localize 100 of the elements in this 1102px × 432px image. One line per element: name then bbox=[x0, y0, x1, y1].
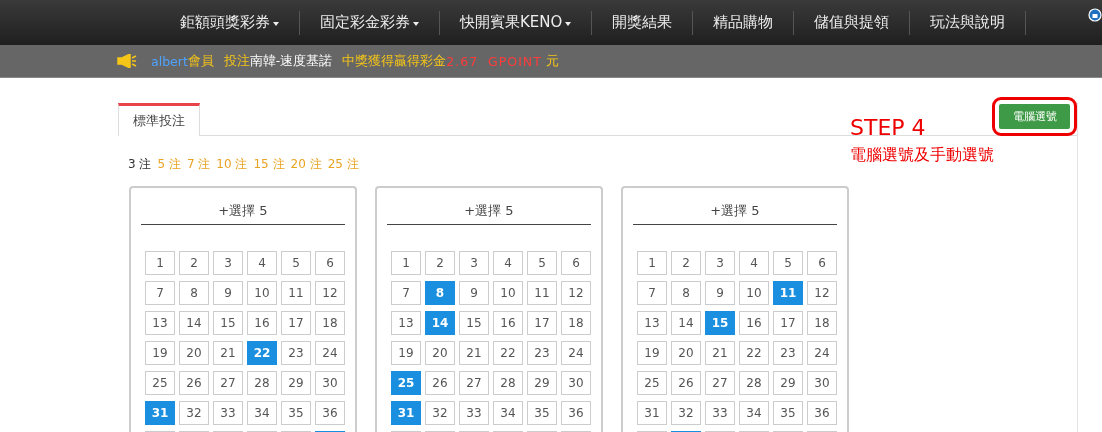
number-button[interactable]: 6 bbox=[807, 251, 837, 275]
number-button[interactable]: 28 bbox=[493, 371, 523, 395]
number-button[interactable]: 15 bbox=[459, 311, 489, 335]
number-button[interactable]: 25 bbox=[637, 371, 667, 395]
tab[interactable]: 標準投注 bbox=[118, 103, 200, 136]
number-button[interactable]: 4 bbox=[739, 251, 769, 275]
number-button[interactable]: 28 bbox=[247, 371, 277, 395]
number-button[interactable]: 9 bbox=[213, 281, 243, 305]
number-button[interactable]: 24 bbox=[561, 341, 591, 365]
number-button[interactable]: 22 bbox=[739, 341, 769, 365]
number-button[interactable]: 35 bbox=[527, 401, 557, 425]
number-button[interactable]: 34 bbox=[493, 401, 523, 425]
number-button[interactable]: 36 bbox=[561, 401, 591, 425]
number-button[interactable]: 27 bbox=[705, 371, 735, 395]
number-button[interactable]: 19 bbox=[391, 341, 421, 365]
number-button[interactable]: 3 bbox=[705, 251, 735, 275]
number-button[interactable]: 30 bbox=[807, 371, 837, 395]
number-button[interactable]: 21 bbox=[705, 341, 735, 365]
number-button[interactable]: 27 bbox=[459, 371, 489, 395]
number-button[interactable]: 8 bbox=[671, 281, 701, 305]
number-button[interactable]: 13 bbox=[145, 311, 175, 335]
number-button[interactable]: 13 bbox=[637, 311, 667, 335]
number-button[interactable]: 1 bbox=[637, 251, 667, 275]
number-button[interactable]: 36 bbox=[315, 401, 345, 425]
number-button[interactable]: 23 bbox=[527, 341, 557, 365]
number-button[interactable]: 7 bbox=[145, 281, 175, 305]
nav-menu-item[interactable]: 快開賓果KENO bbox=[440, 10, 593, 35]
number-button[interactable]: 6 bbox=[561, 251, 591, 275]
number-button[interactable]: 20 bbox=[425, 341, 455, 365]
number-button[interactable]: 32 bbox=[671, 401, 701, 425]
number-button[interactable]: 33 bbox=[213, 401, 243, 425]
number-button[interactable]: 34 bbox=[247, 401, 277, 425]
number-button[interactable]: 33 bbox=[705, 401, 735, 425]
number-button[interactable]: 13 bbox=[391, 311, 421, 335]
number-button[interactable]: 36 bbox=[807, 401, 837, 425]
number-button[interactable]: 5 bbox=[281, 251, 311, 275]
number-button[interactable]: 20 bbox=[179, 341, 209, 365]
number-button[interactable]: 26 bbox=[179, 371, 209, 395]
number-button[interactable]: 16 bbox=[247, 311, 277, 335]
number-button[interactable]: 19 bbox=[637, 341, 667, 365]
number-button[interactable]: 5 bbox=[773, 251, 803, 275]
number-button[interactable]: 9 bbox=[459, 281, 489, 305]
number-button[interactable]: 10 bbox=[739, 281, 769, 305]
number-button[interactable]: 17 bbox=[281, 311, 311, 335]
nav-menu-item[interactable]: 儲值與提領 bbox=[794, 10, 911, 35]
number-button[interactable]: 30 bbox=[315, 371, 345, 395]
number-button[interactable]: 18 bbox=[807, 311, 837, 335]
number-button[interactable]: 24 bbox=[315, 341, 345, 365]
number-button[interactable]: 15 bbox=[213, 311, 243, 335]
number-button[interactable]: 2 bbox=[425, 251, 455, 275]
number-button[interactable]: 4 bbox=[247, 251, 277, 275]
number-button[interactable]: 33 bbox=[459, 401, 489, 425]
number-button[interactable]: 17 bbox=[527, 311, 557, 335]
number-button[interactable]: 3 bbox=[213, 251, 243, 275]
nav-menu-item[interactable]: 固定彩金彩券 bbox=[300, 10, 440, 35]
number-button[interactable]: 11 bbox=[527, 281, 557, 305]
number-button[interactable]: 32 bbox=[179, 401, 209, 425]
number-button[interactable]: 8 bbox=[179, 281, 209, 305]
number-button[interactable]: 16 bbox=[493, 311, 523, 335]
number-button[interactable]: 22 bbox=[493, 341, 523, 365]
bet-count-link[interactable]: 3 注 bbox=[128, 156, 152, 173]
number-button[interactable]: 7 bbox=[391, 281, 421, 305]
number-button[interactable]: 17 bbox=[773, 311, 803, 335]
number-button[interactable]: 6 bbox=[315, 251, 345, 275]
number-button[interactable]: 34 bbox=[739, 401, 769, 425]
number-button[interactable]: 35 bbox=[281, 401, 311, 425]
number-button[interactable]: 11 bbox=[281, 281, 311, 305]
number-button[interactable]: 26 bbox=[425, 371, 455, 395]
number-button[interactable]: 29 bbox=[281, 371, 311, 395]
number-button[interactable]: 18 bbox=[315, 311, 345, 335]
number-button[interactable]: 31 bbox=[637, 401, 667, 425]
number-button[interactable]: 7 bbox=[637, 281, 667, 305]
number-button[interactable]: 2 bbox=[671, 251, 701, 275]
number-button[interactable]: 29 bbox=[773, 371, 803, 395]
number-button[interactable]: 10 bbox=[247, 281, 277, 305]
number-button[interactable]: 9 bbox=[705, 281, 735, 305]
number-button[interactable]: 3 bbox=[459, 251, 489, 275]
nav-menu-item[interactable]: 精品購物 bbox=[693, 10, 795, 35]
nav-menu-item[interactable]: 玩法與說明 bbox=[910, 10, 1027, 35]
number-button[interactable]: 21 bbox=[459, 341, 489, 365]
number-button[interactable]: 30 bbox=[561, 371, 591, 395]
number-button[interactable]: 20 bbox=[671, 341, 701, 365]
number-button[interactable]: 18 bbox=[561, 311, 591, 335]
number-button[interactable]: 24 bbox=[807, 341, 837, 365]
number-button[interactable]: 10 bbox=[493, 281, 523, 305]
number-button[interactable]: 12 bbox=[315, 281, 345, 305]
number-button[interactable]: 5 bbox=[527, 251, 557, 275]
number-button[interactable]: 26 bbox=[671, 371, 701, 395]
number-button[interactable]: 14 bbox=[671, 311, 701, 335]
number-button[interactable]: 25 bbox=[145, 371, 175, 395]
number-button[interactable]: 28 bbox=[739, 371, 769, 395]
number-button[interactable]: 21 bbox=[213, 341, 243, 365]
number-button[interactable]: 19 bbox=[145, 341, 175, 365]
number-button[interactable]: 23 bbox=[773, 341, 803, 365]
number-button[interactable]: 12 bbox=[807, 281, 837, 305]
number-button[interactable]: 32 bbox=[425, 401, 455, 425]
number-button[interactable]: 2 bbox=[179, 251, 209, 275]
nav-menu-item[interactable]: 開獎結果 bbox=[592, 10, 694, 35]
number-button[interactable]: 14 bbox=[179, 311, 209, 335]
number-button[interactable]: 23 bbox=[281, 341, 311, 365]
